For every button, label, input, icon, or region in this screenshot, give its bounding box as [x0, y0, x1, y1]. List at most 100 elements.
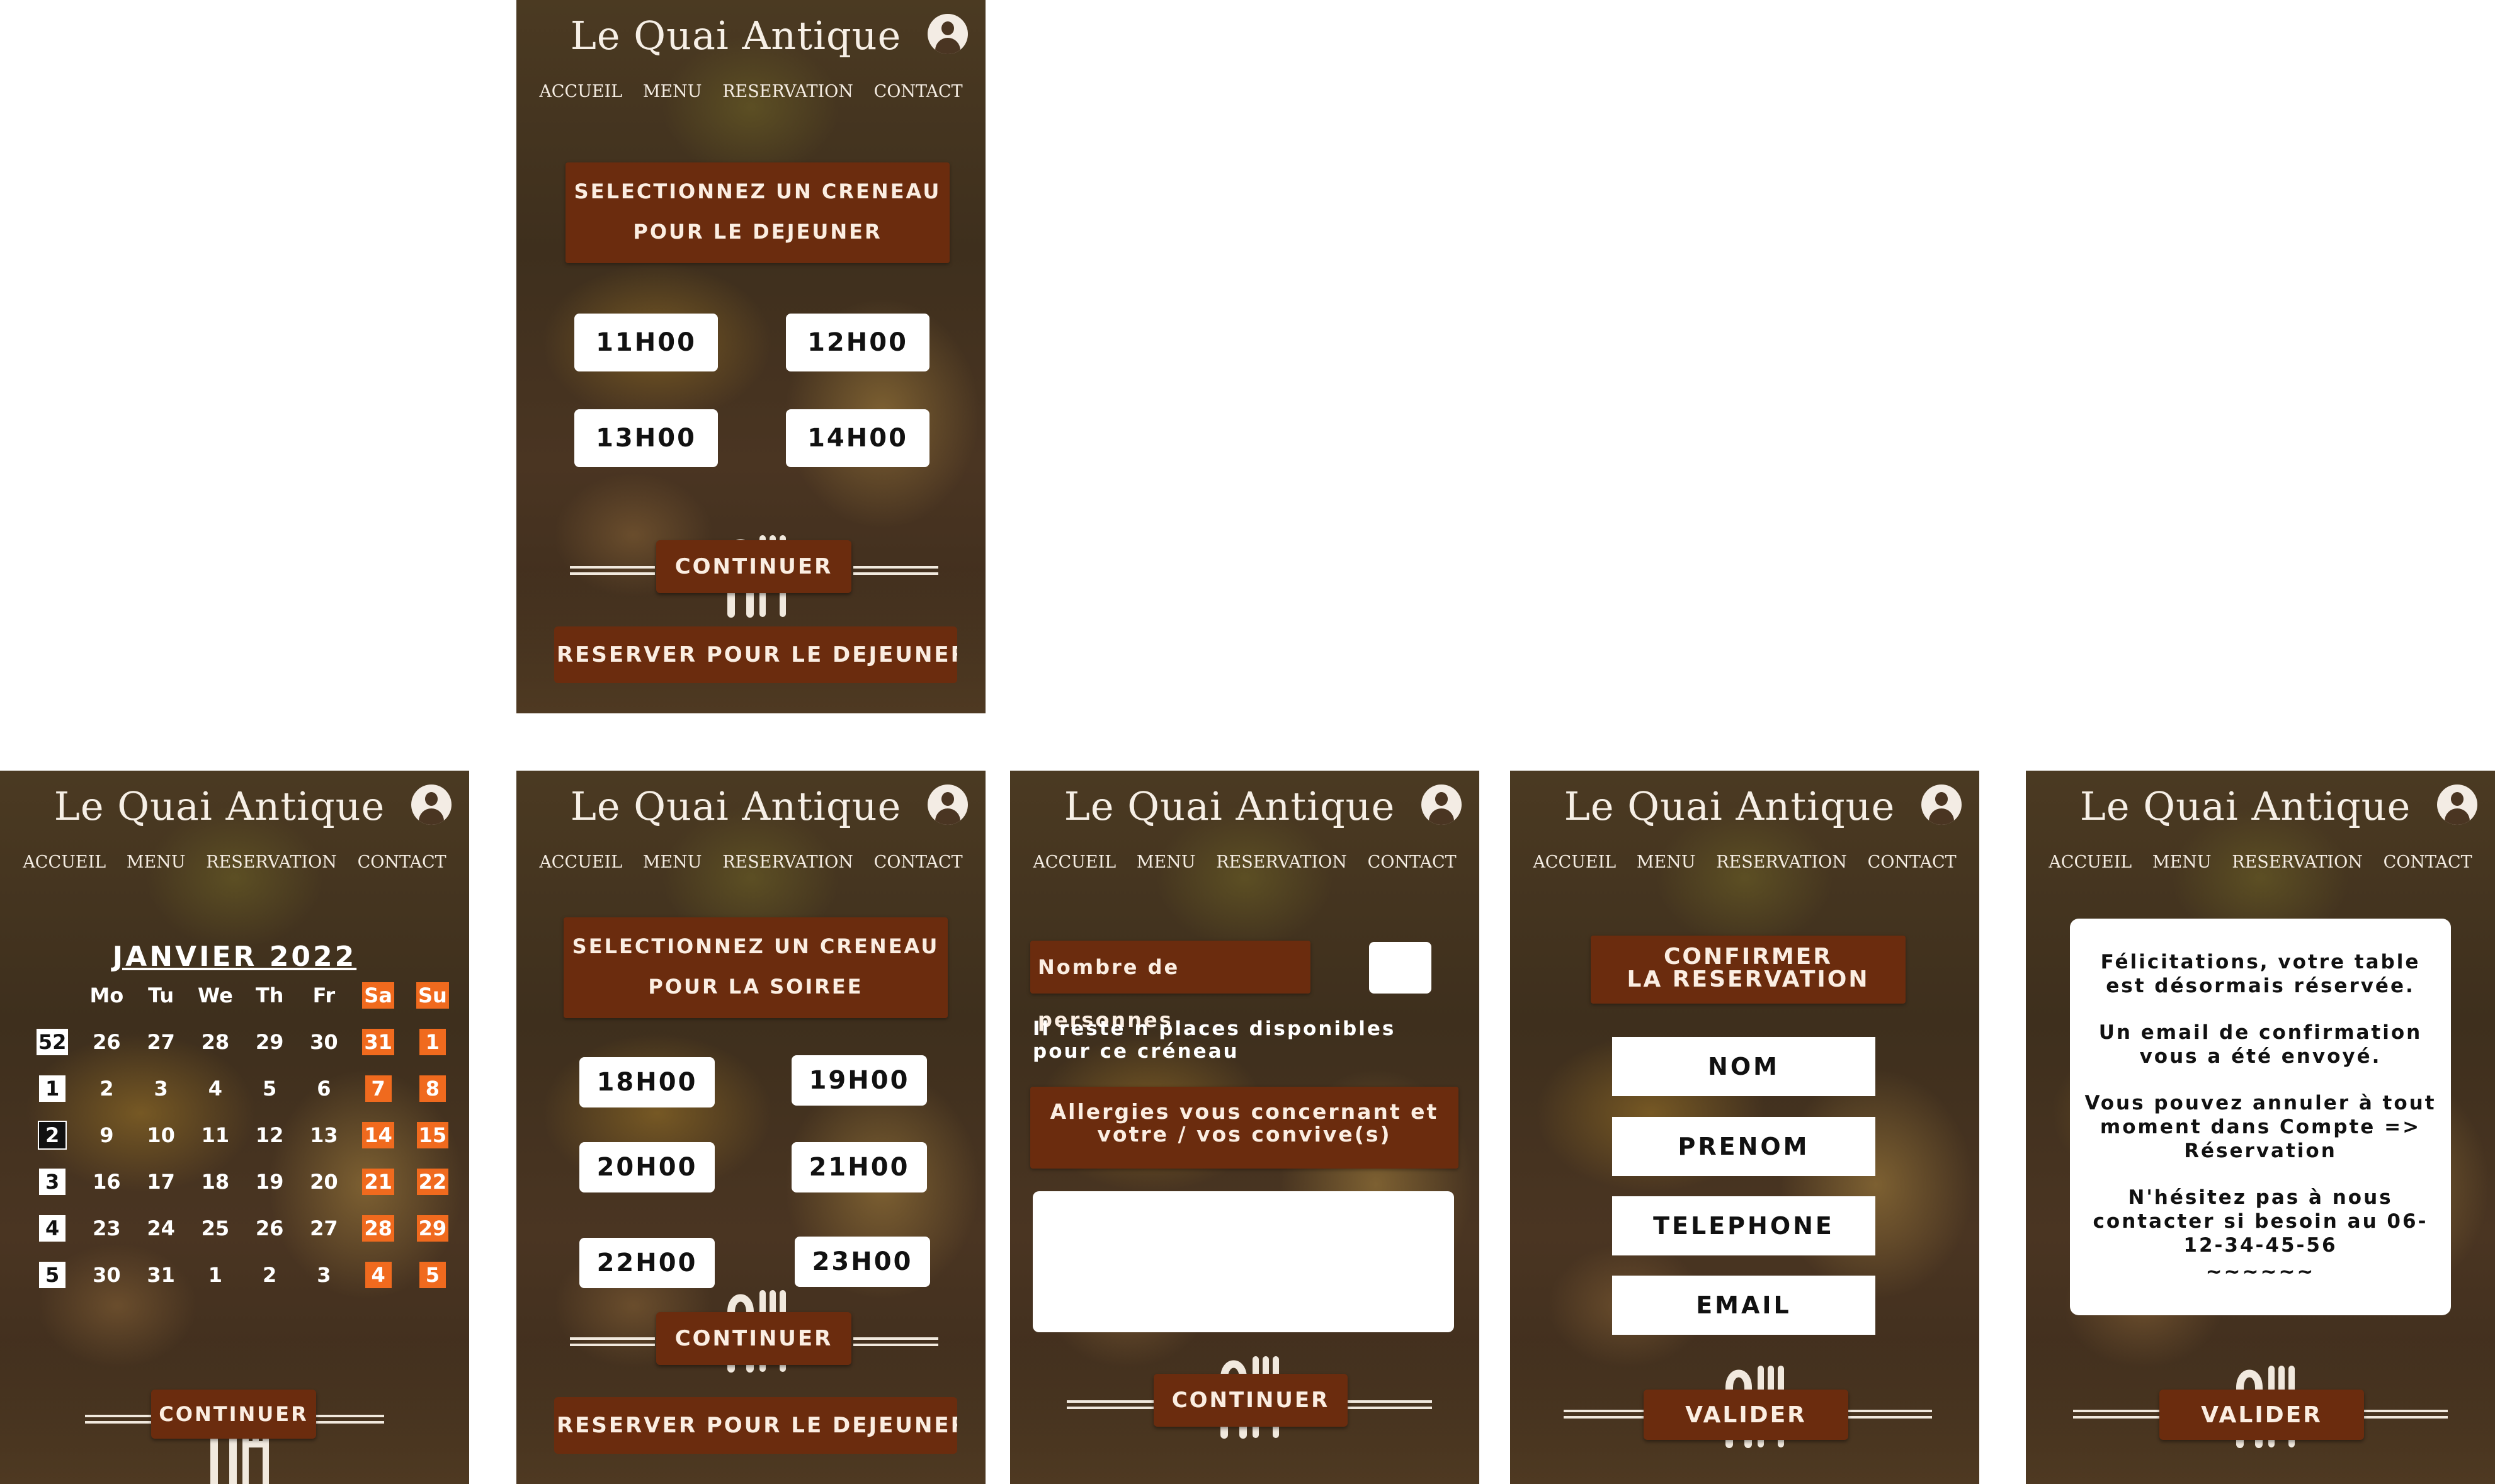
validate-button[interactable]: VALIDER — [2159, 1390, 2364, 1440]
nav-menu[interactable]: MENU — [643, 852, 702, 872]
calendar-day[interactable]: 26 — [242, 1215, 297, 1242]
calendar-day[interactable]: 21 — [351, 1169, 406, 1195]
user-avatar-icon[interactable] — [928, 14, 968, 54]
slot-button[interactable]: 19H00 — [792, 1055, 927, 1106]
calendar-day[interactable]: 31 — [134, 1262, 188, 1288]
nav-menu[interactable]: MENU — [1637, 852, 1696, 872]
calendar-month-title[interactable]: JANVIER 2022 — [0, 941, 469, 973]
calendar-day[interactable]: 27 — [134, 1029, 188, 1055]
reserve-lunch-button[interactable]: RESERVER POUR LE DEJEUNER — [554, 626, 957, 683]
calendar-day[interactable]: 30 — [297, 1029, 351, 1055]
nav-menu[interactable]: MENU — [643, 82, 702, 101]
calendar-day[interactable]: 2 — [79, 1075, 134, 1102]
calendar-day[interactable]: 23 — [79, 1215, 134, 1242]
allergy-input[interactable] — [1033, 1191, 1454, 1332]
main-nav: ACCUEIL MENU RESERVATION CONTACT — [516, 852, 986, 872]
calendar-day[interactable]: 25 — [188, 1215, 242, 1242]
slot-button[interactable]: 12H00 — [786, 314, 929, 371]
email-field[interactable]: EMAIL — [1612, 1276, 1875, 1335]
calendar-day[interactable]: 3 — [134, 1075, 188, 1102]
firstname-field[interactable]: PRENOM — [1612, 1117, 1875, 1176]
calendar-day[interactable]: 28 — [351, 1215, 406, 1242]
validate-button[interactable]: VALIDER — [1644, 1390, 1848, 1440]
calendar-day[interactable]: 13 — [297, 1122, 351, 1148]
slot-button[interactable]: 11H00 — [574, 314, 718, 371]
nav-contact[interactable]: CONTACT — [2384, 852, 2472, 872]
calendar-day[interactable]: 31 — [351, 1029, 406, 1055]
calendar-day[interactable]: 27 — [297, 1215, 351, 1242]
nav-accueil[interactable]: ACCUEIL — [23, 852, 106, 872]
slot-button[interactable]: 21H00 — [792, 1142, 927, 1192]
slot-button[interactable]: 23H00 — [795, 1237, 930, 1287]
calendar-day[interactable]: 4 — [188, 1075, 242, 1102]
user-avatar-icon[interactable] — [2437, 784, 2477, 825]
continue-button[interactable]: CONTINUER — [656, 540, 851, 593]
calendar-day[interactable]: 9 — [79, 1122, 134, 1148]
calendar-day[interactable]: 15 — [406, 1122, 460, 1148]
decorative-lines — [1838, 1410, 1932, 1419]
reserve-lunch-button[interactable]: RESERVER POUR LE DEJEUNER — [554, 1397, 957, 1454]
nav-accueil[interactable]: ACCUEIL — [2049, 852, 2132, 872]
calendar-day[interactable]: 8 — [406, 1075, 460, 1102]
continue-button[interactable]: CONTINUER — [656, 1312, 851, 1365]
slot-button[interactable]: 14H00 — [786, 409, 929, 467]
calendar-day[interactable]: 14 — [351, 1122, 406, 1148]
calendar-day[interactable]: 16 — [79, 1169, 134, 1195]
calendar-day[interactable]: 7 — [351, 1075, 406, 1102]
continue-button[interactable]: CONTINUER — [1154, 1374, 1348, 1427]
user-avatar-icon[interactable] — [1921, 784, 1962, 825]
calendar-day[interactable]: 1 — [188, 1262, 242, 1288]
user-avatar-icon[interactable] — [1421, 784, 1462, 825]
nav-menu[interactable]: MENU — [2152, 852, 2212, 872]
nav-reservation[interactable]: RESERVATION — [2232, 852, 2363, 872]
calendar-day[interactable]: 2 — [242, 1262, 297, 1288]
calendar-day[interactable]: 19 — [242, 1169, 297, 1195]
calendar-day[interactable]: 6 — [297, 1075, 351, 1102]
calendar-day[interactable]: 20 — [297, 1169, 351, 1195]
calendar-day[interactable]: 10 — [134, 1122, 188, 1148]
nav-contact[interactable]: CONTACT — [358, 852, 446, 872]
calendar-day[interactable]: 22 — [406, 1169, 460, 1195]
calendar-day[interactable]: 28 — [188, 1029, 242, 1055]
calendar-day[interactable]: 29 — [242, 1029, 297, 1055]
calendar-day[interactable]: 30 — [79, 1262, 134, 1288]
calendar-day[interactable]: 18 — [188, 1169, 242, 1195]
nav-reservation[interactable]: RESERVATION — [206, 852, 337, 872]
calendar-day[interactable]: 4 — [351, 1262, 406, 1288]
nav-contact[interactable]: CONTACT — [1368, 852, 1457, 872]
continue-button[interactable]: CONTINUER — [151, 1390, 316, 1439]
slot-button[interactable]: 13H00 — [574, 409, 718, 467]
calendar-day[interactable]: 26 — [79, 1029, 134, 1055]
nav-contact[interactable]: CONTACT — [874, 852, 963, 872]
phone-field[interactable]: TELEPHONE — [1612, 1196, 1875, 1255]
name-field[interactable]: NOM — [1612, 1037, 1875, 1096]
nav-contact[interactable]: CONTACT — [1868, 852, 1957, 872]
nav-reservation[interactable]: RESERVATION — [1216, 852, 1347, 872]
user-avatar-icon[interactable] — [928, 784, 968, 825]
nav-reservation[interactable]: RESERVATION — [1716, 852, 1847, 872]
calendar-day[interactable]: 29 — [406, 1215, 460, 1242]
user-avatar-icon[interactable] — [411, 784, 452, 825]
people-count-input[interactable] — [1369, 942, 1431, 994]
calendar-day[interactable]: 3 — [297, 1262, 351, 1288]
allergy-label-line2: votre / vos convive(s) — [1097, 1122, 1392, 1147]
nav-menu[interactable]: MENU — [1137, 852, 1196, 872]
slot-button[interactable]: 20H00 — [579, 1142, 715, 1192]
calendar-day[interactable]: 24 — [134, 1215, 188, 1242]
nav-accueil[interactable]: ACCUEIL — [539, 852, 622, 872]
nav-reservation[interactable]: RESERVATION — [722, 82, 853, 101]
calendar-day[interactable]: 1 — [406, 1029, 460, 1055]
calendar-day[interactable]: 5 — [242, 1075, 297, 1102]
nav-accueil[interactable]: ACCUEIL — [1533, 852, 1616, 872]
calendar-day[interactable]: 5 — [406, 1262, 460, 1288]
slot-button[interactable]: 22H00 — [579, 1238, 715, 1288]
nav-contact[interactable]: CONTACT — [874, 82, 963, 101]
nav-accueil[interactable]: ACCUEIL — [539, 82, 622, 101]
nav-accueil[interactable]: ACCUEIL — [1033, 852, 1116, 872]
calendar-day[interactable]: 17 — [134, 1169, 188, 1195]
slot-button[interactable]: 18H00 — [579, 1057, 715, 1107]
nav-reservation[interactable]: RESERVATION — [722, 852, 853, 872]
calendar-day[interactable]: 11 — [188, 1122, 242, 1148]
nav-menu[interactable]: MENU — [127, 852, 186, 872]
calendar-day[interactable]: 12 — [242, 1122, 297, 1148]
